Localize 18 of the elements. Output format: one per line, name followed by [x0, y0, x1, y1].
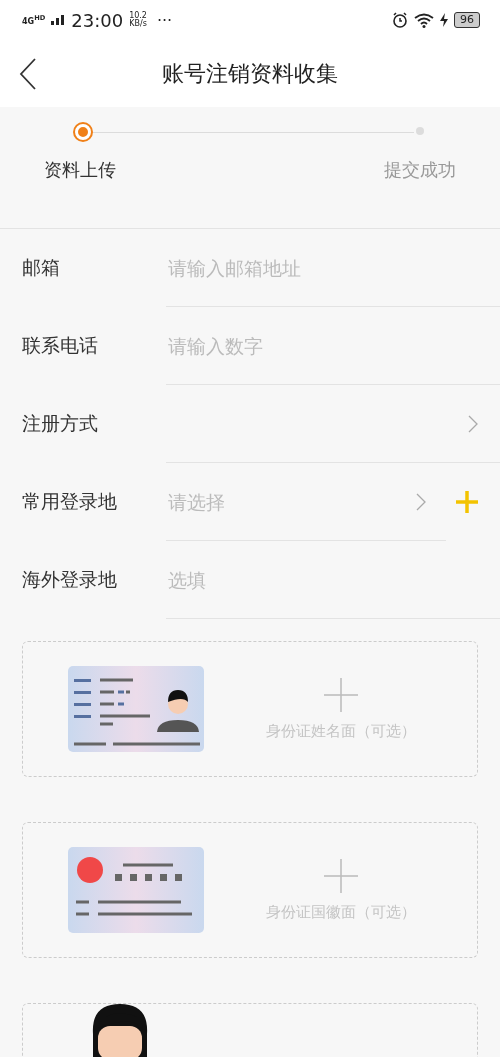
- more-indicator: ···: [156, 10, 173, 30]
- step-label: 提交成功: [384, 158, 456, 182]
- step-label: 资料上传: [44, 158, 116, 182]
- page-title: 账号注销资料收集: [162, 59, 338, 88]
- field-label: 注册方式: [21, 411, 99, 436]
- input-field[interactable]: 请输入数字: [166, 333, 478, 358]
- clock-time: 23:00: [71, 9, 124, 31]
- field-label: 邮箱: [21, 255, 61, 280]
- network-speed: 10.2: [129, 12, 147, 20]
- input-field[interactable]: 请输入邮箱地址: [166, 255, 478, 280]
- field-label: 海外登录地: [21, 567, 118, 592]
- speed-unit: KB/s: [129, 20, 147, 28]
- field-label: 联系电话: [21, 333, 99, 358]
- input-field[interactable]: 请选择: [166, 489, 416, 514]
- battery-level: 96: [454, 12, 480, 28]
- input-field[interactable]: 选填: [166, 567, 478, 592]
- field-label: 常用登录地: [21, 489, 118, 514]
- network-type: 4G$^{HD}$: [22, 14, 46, 26]
